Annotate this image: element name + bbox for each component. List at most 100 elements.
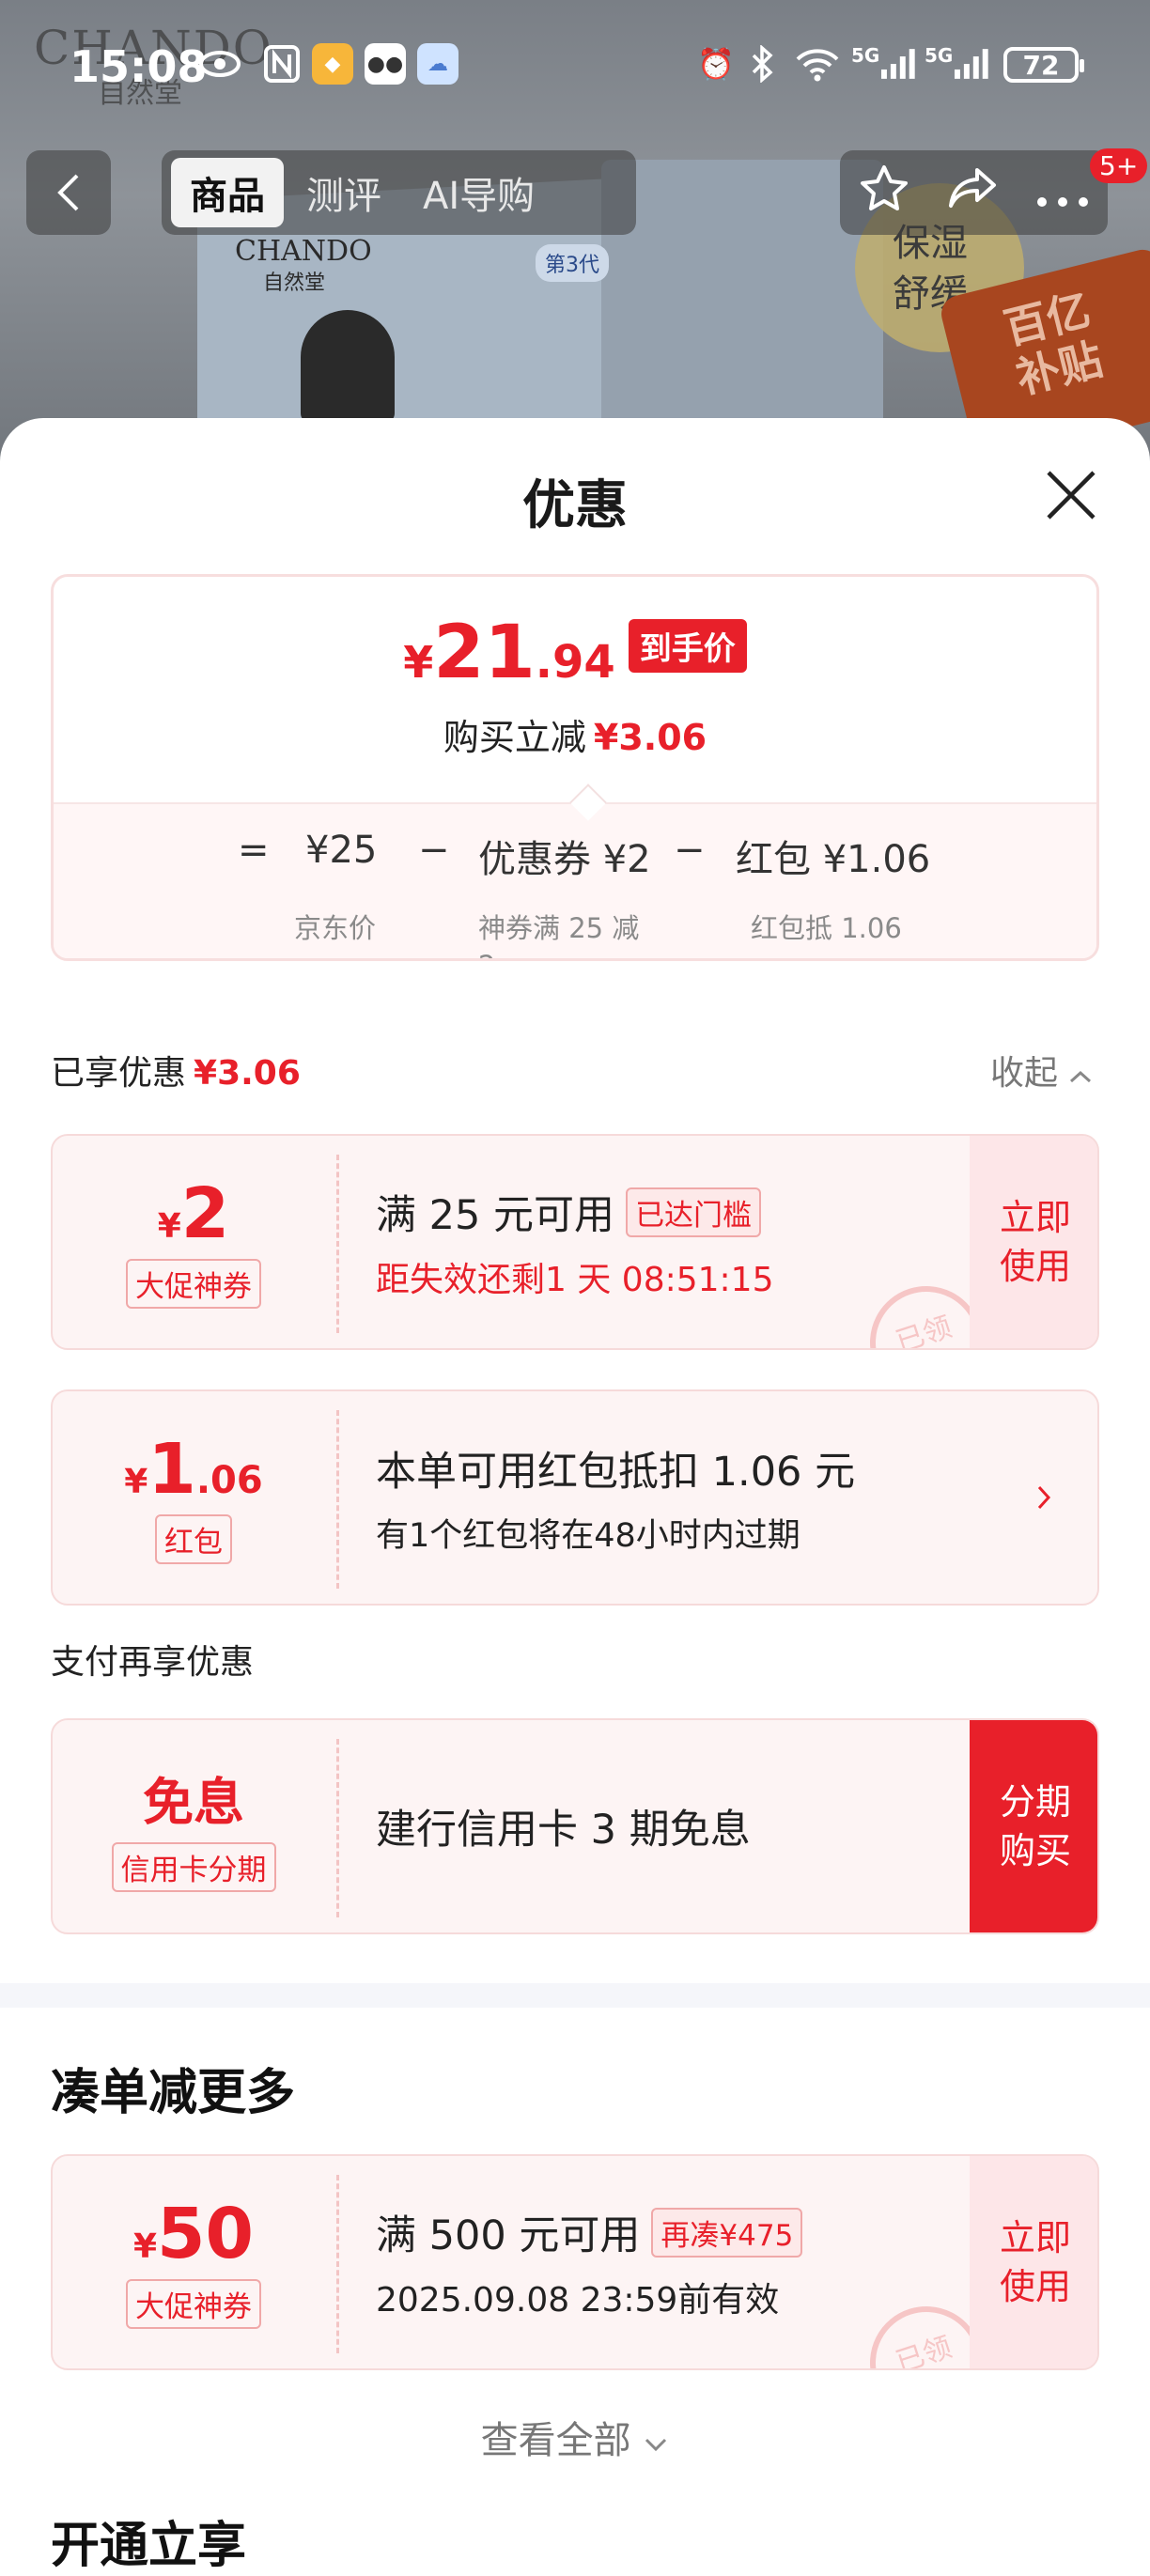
installment-value: 免息 信用卡分期: [53, 1720, 334, 1932]
combine-coupon-card: ¥ 50 大促神券 满 500 元可用 再凑¥475 2025.09.08 23…: [51, 2154, 1099, 2370]
message-badge: 5+: [1090, 148, 1148, 183]
combine-coupon-tag: 大促神券: [126, 2278, 261, 2329]
saving-value: ¥3.06: [593, 717, 707, 758]
product-illustration: [301, 310, 395, 423]
installment-title: 免息: [143, 1773, 244, 1832]
redpacket-value: ¥ 1 .06 红包: [53, 1391, 334, 1604]
status-bar: 15:08 ◆ ●● ☁ ⏰ 5G 5G 72: [0, 0, 1150, 132]
price-breakdown-card: ¥ 21 .94 到手价 购买立减 ¥3.06 = ¥25 − 优惠券 ¥2 − …: [51, 574, 1099, 961]
enjoyed-discount: 已享优惠 ¥3.06: [51, 1046, 301, 1094]
saving-label: 购买立减: [443, 717, 586, 758]
coupon-countdown: 距失效还剩1 天 08:51:15: [376, 1261, 774, 1299]
installment-details: 建行信用卡 3 期免息: [376, 1720, 751, 1932]
enjoyed-value: ¥3.06: [194, 1054, 301, 1093]
coupon-symbol: ¥: [157, 1206, 181, 1246]
formula-redpacket: 红包 ¥1.06: [736, 838, 931, 881]
chevron-left-icon: [57, 174, 79, 211]
signal-1-label: 5G: [851, 44, 880, 67]
price-symbol: ¥: [403, 637, 434, 688]
use-now-label: 立即使用: [999, 1197, 1071, 1287]
section-divider: [0, 1983, 1150, 2008]
coupon-details: 满 25 元可用 已达门槛 距失效还剩1 天 08:51:15: [376, 1136, 773, 1348]
price-integer: 21: [433, 611, 536, 695]
combine-coupon-value: ¥ 50 大促神券: [53, 2156, 334, 2368]
installment-divider: [336, 1739, 339, 1917]
coupon-amount: ¥ 2: [158, 1176, 230, 1251]
product-box-brand-cn: 自然堂: [263, 272, 326, 295]
tab-product[interactable]: 商品: [171, 158, 284, 227]
coupon-value: ¥ 2 大促神券: [53, 1136, 334, 1348]
formula-redpacket-caption: 红包抵 1.06: [751, 912, 902, 944]
coupon-condition-text: 满 25 元可用: [376, 1192, 615, 1239]
share-icon[interactable]: [947, 166, 998, 220]
payment-discount-heading: 支付再享优惠: [51, 1643, 255, 1682]
back-button[interactable]: [26, 150, 111, 235]
redpacket-deduction: 本单可用红包抵扣 1.06 元: [376, 1448, 856, 1496]
favorite-star-icon[interactable]: [859, 163, 909, 223]
tab-review[interactable]: 测评: [288, 158, 400, 227]
signal-icon-1: 5G: [851, 43, 917, 85]
combine-coupon-details: 满 500 元可用 再凑¥475 2025.09.08 23:59前有效: [376, 2156, 803, 2368]
collapse-label: 收起: [990, 1054, 1059, 1093]
discount-sheet: 优惠 ¥ 21 .94 到手价 购买立减 ¥3.06 = ¥25 − 优惠券 ¥2…: [0, 418, 1150, 2574]
threshold-reached-pill: 已达门槛: [626, 1187, 762, 1237]
price-decimal: .94: [535, 636, 615, 689]
use-now-button[interactable]: 立即使用: [970, 2156, 1097, 2368]
tab-ai-guide[interactable]: AI导购: [404, 158, 553, 227]
app-notification-icon: ◆: [312, 43, 353, 85]
chevron-up-icon: [1070, 1070, 1092, 1083]
combine-coupon-amount: ¥ 50: [133, 2196, 254, 2272]
coupon-caption-line-1: 神券满 25 减: [478, 912, 640, 944]
app-notification-icon-3: ☁: [417, 43, 458, 85]
close-button[interactable]: [1043, 467, 1099, 523]
combine-coupon-validity: 2025.09.08 23:59前有效: [376, 2281, 780, 2320]
redpacket-divider: [336, 1410, 339, 1589]
product-box-brand: CHANDO: [235, 235, 372, 268]
redpacket-expiry: 有1个红包将在48小时内过期: [376, 1516, 800, 1555]
battery-indicator: 72: [1003, 47, 1084, 83]
clock: 15:08: [70, 41, 208, 92]
final-price-tag: 到手价: [628, 618, 747, 673]
installment-card: 免息 信用卡分期 建行信用卡 3 期免息 分期购买: [51, 1718, 1099, 1934]
coupon-type-tag: 大促神券: [126, 1258, 261, 1309]
alarm-icon: ⏰: [697, 46, 735, 82]
redpacket-number: 1: [148, 1428, 196, 1510]
combine-coupon-divider: [336, 2175, 339, 2353]
formula-minus-1: −: [418, 829, 450, 872]
installment-buy-button[interactable]: 分期购买: [970, 1720, 1097, 1932]
bluetooth-icon: [742, 43, 784, 85]
product-actions: [840, 150, 1108, 235]
formula-minus-2: −: [674, 829, 706, 872]
redpacket-symbol: ¥: [124, 1462, 148, 1501]
use-now-label: 立即使用: [999, 2217, 1071, 2307]
formula-equals: =: [238, 829, 270, 872]
coupon-caption-line-2: 2: [478, 947, 639, 958]
nfc-icon: [261, 43, 303, 85]
coupon-card: ¥ 2 大促神券 满 25 元可用 已达门槛 距失效还剩1 天 08:51:15…: [51, 1134, 1099, 1350]
battery-level: 72: [1022, 49, 1060, 81]
combine-coupon-condition: 满 500 元可用 再凑¥475: [376, 2203, 803, 2261]
more-icon[interactable]: [1036, 167, 1089, 218]
combine-coupon-symbol: ¥: [132, 2227, 158, 2266]
formula-base-price: ¥25: [305, 829, 378, 872]
use-now-button[interactable]: 立即使用: [970, 1136, 1097, 1348]
membership-heading: 开通立享: [51, 2518, 247, 2574]
formula-coupon-caption: 神券满 25 减 2: [478, 909, 640, 958]
final-price: ¥ 21 .94 到手价: [54, 611, 1096, 695]
formula-base-caption: 京东价: [294, 912, 377, 944]
installment-tag: 信用卡分期: [111, 1842, 276, 1892]
redpacket-decimal: .06: [195, 1458, 263, 1502]
app-notification-icon-2: ●●: [365, 43, 406, 85]
view-all-link[interactable]: 查看全部: [0, 2410, 1150, 2464]
signal-2-label: 5G: [925, 44, 954, 67]
collapse-toggle[interactable]: 收起: [990, 1046, 1093, 1094]
coupon-divider: [336, 1155, 339, 1333]
coupon-condition: 满 25 元可用 已达门槛: [376, 1183, 773, 1241]
combine-coupon-condition-text: 满 500 元可用: [376, 2212, 641, 2259]
redpacket-card[interactable]: ¥ 1 .06 红包 本单可用红包抵扣 1.06 元 有1个红包将在48小时内过…: [51, 1389, 1099, 1606]
redpacket-amount: ¥ 1 .06: [124, 1432, 262, 1507]
signal-icon-2: 5G: [925, 43, 990, 85]
close-icon: [1047, 471, 1096, 520]
view-all-label: 查看全部: [480, 2419, 631, 2462]
combine-order-heading: 凑单减更多: [51, 2065, 296, 2121]
